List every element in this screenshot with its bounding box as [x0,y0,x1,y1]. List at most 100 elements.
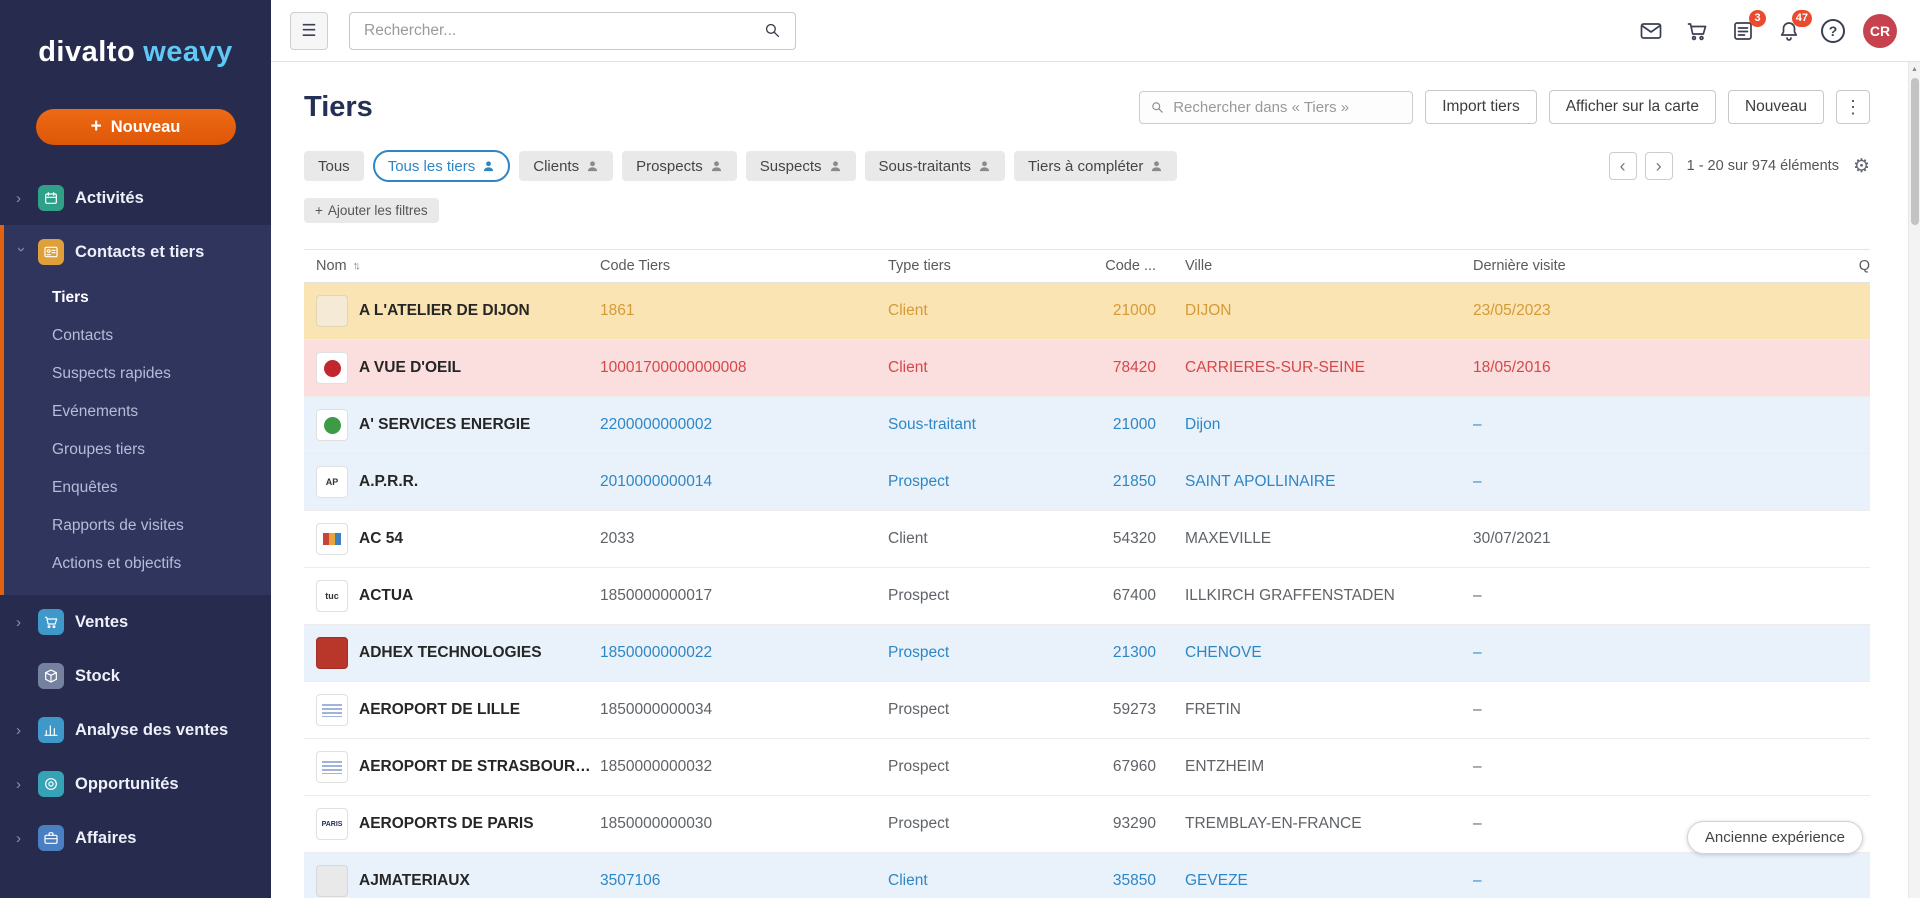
code-cell: 2010000000014 [600,473,713,490]
more-actions-button[interactable]: ⋮ [1836,90,1870,124]
column-header-type-tiers[interactable]: Type tiers [888,258,1060,274]
sidebar-item-analyse-des-ventes[interactable]: › Analyse des ventes [0,703,271,757]
submenu-item-suspects-rapides[interactable]: Suspects rapides [4,355,271,393]
sidebar-item-ventes[interactable]: › Ventes [0,595,271,649]
column-header-nom[interactable]: Nom ↑↓ [304,258,600,274]
scrollbar-thumb[interactable] [1911,78,1919,225]
global-search [349,11,796,50]
cart-button[interactable] [1683,17,1711,45]
sidebar-item-affaires[interactable]: › Affaires [0,811,271,865]
vertical-scrollbar[interactable]: ▲ [1908,62,1920,898]
tiers-search-input[interactable] [1173,98,1403,116]
sidebar-item-contacts-et-tiers[interactable]: › Contacts et tiers [4,225,271,279]
import-tiers-button[interactable]: Import tiers [1425,90,1537,124]
table-row[interactable]: AC 54 2033 Client 54320 MAXEVILLE 30/07/… [304,511,1870,568]
contacts-icon [38,239,64,265]
column-label: Dernière visite [1473,258,1566,274]
add-filters-button[interactable]: + Ajouter les filtres [304,198,439,223]
last-visit-cell: – [1473,416,1482,433]
chip-label: Sous-traitants [878,157,972,175]
column-header-derniere-visite[interactable]: Dernière visite [1473,258,1870,274]
sidebar-item-stock[interactable]: Stock [0,649,271,703]
new-tiers-button[interactable]: Nouveau [1727,90,1824,124]
table-row[interactable]: A L'ATELIER DE DIJON 1861 Client 21000 D… [304,283,1870,340]
person-icon [1152,160,1162,171]
submenu-item-actions-et-objectifs[interactable]: Actions et objectifs [4,545,271,583]
column-header-code-tiers[interactable]: Code Tiers [600,258,888,274]
nav-group-stock: Stock [0,649,271,703]
type-cell: Prospect [888,644,950,661]
sidebar-item-opportunites[interactable]: › Opportunités [0,757,271,811]
company-name: A.P.R.R. [359,473,419,490]
person-icon [979,160,990,171]
code-cell: 1850000000030 [600,815,713,832]
hamburger-menu-button[interactable]: ☰ [290,11,328,50]
company-name: A' SERVICES ENERGIE [359,416,531,433]
opportunities-icon [38,771,64,797]
sidebar-new-button[interactable]: + Nouveau [35,109,236,145]
column-label: Type tiers [888,258,951,274]
name-cell: A VUE D'OEIL [304,352,600,384]
analytics-icon [38,717,64,743]
type-cell: Prospect [888,815,950,832]
global-search-button[interactable] [749,13,795,49]
postal-cell: 59273 [1112,701,1156,718]
app-root: divalto weavy + Nouveau › Activités › Co… [0,0,1920,898]
user-avatar[interactable]: CR [1863,13,1897,48]
code-cell: 1861 [600,302,635,319]
nav-group-opportunites: › Opportunités [0,757,271,811]
table-header: Nom ↑↓ Code Tiers Type tiers Code ... Vi… [304,249,1870,283]
submenu-item-enquetes[interactable]: Enquêtes [4,469,271,507]
table-row[interactable]: AJMATERIAUX 3507106 Client 35850 GEVEZE … [304,853,1870,898]
table-row[interactable]: A VUE D'OEIL 10001700000000008 Client 78… [304,340,1870,397]
help-button[interactable]: ? [1821,18,1845,43]
filter-chip-tiers-a-completer[interactable]: Tiers à compléter [1014,151,1178,181]
filter-chip-sous-traitants[interactable]: Sous-traitants [864,151,1006,181]
submenu-item-contacts[interactable]: Contacts [4,317,271,355]
chip-label: Suspects [759,157,822,175]
submenu-item-evenements[interactable]: Evénements [4,393,271,431]
scroll-up-arrow[interactable]: ▲ [1909,62,1920,76]
submenu-item-rapports-de-visites[interactable]: Rapports de visites [4,507,271,545]
table-row[interactable]: AEROPORT DE LILLE 1850000000034 Prospect… [304,682,1870,739]
filter-chip-tous-les-tiers[interactable]: Tous les tiers [372,150,511,182]
table-row[interactable]: AP A.P.R.R. 2010000000014 Prospect 21850… [304,454,1870,511]
filter-chip-clients[interactable]: Clients [519,151,614,181]
code-cell: 1850000000017 [600,587,713,604]
filter-chip-suspects[interactable]: Suspects [745,151,856,181]
name-cell: A L'ATELIER DE DIJON [304,295,600,327]
submenu-item-tiers[interactable]: Tiers [4,279,271,317]
table-row[interactable]: AEROPORT DE STRASBOURG-E... 185000000003… [304,739,1870,796]
filter-chip-prospects[interactable]: Prospects [622,151,737,181]
nav-group-affaires: › Affaires [0,811,271,865]
filter-chip-tous[interactable]: Tous [304,151,364,181]
next-page-button[interactable]: › [1644,152,1673,180]
show-on-map-button[interactable]: Afficher sur la carte [1548,90,1716,124]
company-logo [316,865,348,897]
company-name: AC 54 [359,530,403,547]
table-row[interactable]: A' SERVICES ENERGIE 2200000000002 Sous-t… [304,397,1870,454]
last-visit-cell: – [1473,758,1482,775]
chevron-right-icon: › [16,189,21,207]
type-cell: Prospect [888,701,950,718]
mail-button[interactable] [1637,17,1665,45]
tasks-button[interactable]: 3 [1729,9,1766,45]
old-experience-button[interactable]: Ancienne expérience [1686,821,1863,854]
previous-page-button[interactable]: ‹ [1608,152,1637,180]
nav-group-activites: › Activités [0,171,271,225]
page-head: Tiers Import tiers Afficher sur la carte… [304,90,1870,124]
sidebar-item-activites[interactable]: › Activités [0,171,271,225]
submenu-item-groupes-tiers[interactable]: Groupes tiers [4,431,271,469]
topbar: ☰ 3 47 [271,0,1920,62]
column-header-code-postal[interactable]: Code ... [1060,258,1156,274]
table-settings-button[interactable]: ⚙ [1853,155,1870,178]
column-header-ville[interactable]: Ville [1156,258,1473,274]
person-icon [830,160,840,171]
table-row[interactable]: PARIS AEROPORTS DE PARIS 1850000000030 P… [304,796,1870,853]
pagination: ‹ › 1 - 20 sur 974 éléments ⚙ [1608,152,1870,180]
table-row[interactable]: tuc ACTUA 1850000000017 Prospect 67400 I… [304,568,1870,625]
table-row[interactable]: ADHEX TECHNOLOGIES 1850000000022 Prospec… [304,625,1870,682]
global-search-input[interactable] [350,21,749,40]
column-header-extra[interactable]: Q [1859,250,1870,282]
notifications-button[interactable]: 47 [1775,9,1812,45]
